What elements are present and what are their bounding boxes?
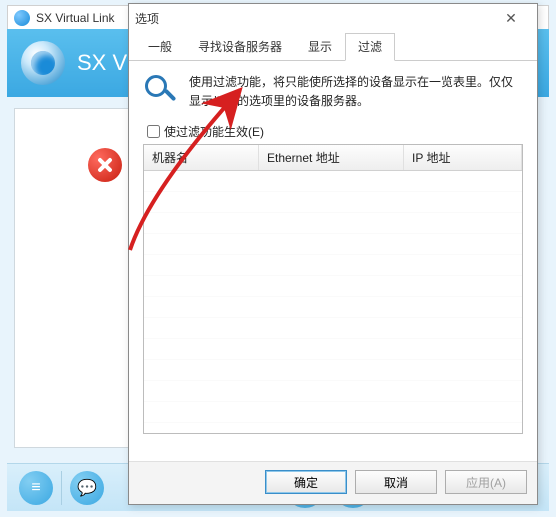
app-logo-icon [21,41,65,85]
error-icon [88,148,122,182]
tab-general[interactable]: 一般 [135,33,185,61]
enable-filter-checkbox[interactable]: 使过滤功能生效(E) [147,123,523,140]
table-header: 机器名 Ethernet 地址 IP 地址 [144,145,522,171]
apply-button[interactable]: 应用(A) [445,470,527,494]
dialog-close-button[interactable]: ✕ [491,7,531,29]
dialog-title-text: 选项 [135,10,159,27]
enable-filter-input[interactable] [147,125,160,138]
tab-filter[interactable]: 过滤 [345,33,395,61]
col-ip[interactable]: IP 地址 [404,145,522,170]
options-dialog: 选项 ✕ 一般 寻找设备服务器 显示 过滤 使用过滤功能，将只能使所选择的设备显… [128,3,538,505]
col-ethernet[interactable]: Ethernet 地址 [259,145,404,170]
close-icon: ✕ [505,10,517,27]
filter-table: 机器名 Ethernet 地址 IP 地址 [143,144,523,434]
ok-button[interactable]: 确定 [265,470,347,494]
tab-find-server[interactable]: 寻找设备服务器 [185,33,295,61]
app-icon [14,10,30,26]
list-button[interactable]: ≡ [19,471,53,505]
chat-icon: 💬 [77,478,97,498]
dialog-titlebar: 选项 ✕ [129,4,537,32]
chat-button[interactable]: 💬 [70,471,104,505]
dialog-body: 使用过滤功能，将只能使所选择的设备显示在一览表里。仅仅显示以下的选项里的设备服务… [129,61,537,461]
enable-filter-label: 使过滤功能生效(E) [164,123,264,140]
col-machine-name[interactable]: 机器名 [144,145,259,170]
divider [61,471,62,505]
cancel-button[interactable]: 取消 [355,470,437,494]
dialog-tabs: 一般 寻找设备服务器 显示 过滤 [129,32,537,61]
magnifier-icon [143,73,179,109]
hint-text: 使用过滤功能，将只能使所选择的设备显示在一览表里。仅仅显示以下的选项里的设备服务… [189,73,523,111]
table-body[interactable] [144,171,522,434]
list-icon: ≡ [31,479,40,497]
dialog-button-row: 确定 取消 应用(A) [129,461,537,504]
main-title: SX Virtual Link [36,11,115,25]
tab-display[interactable]: 显示 [295,33,345,61]
hint-row: 使用过滤功能，将只能使所选择的设备显示在一览表里。仅仅显示以下的选项里的设备服务… [143,73,523,111]
